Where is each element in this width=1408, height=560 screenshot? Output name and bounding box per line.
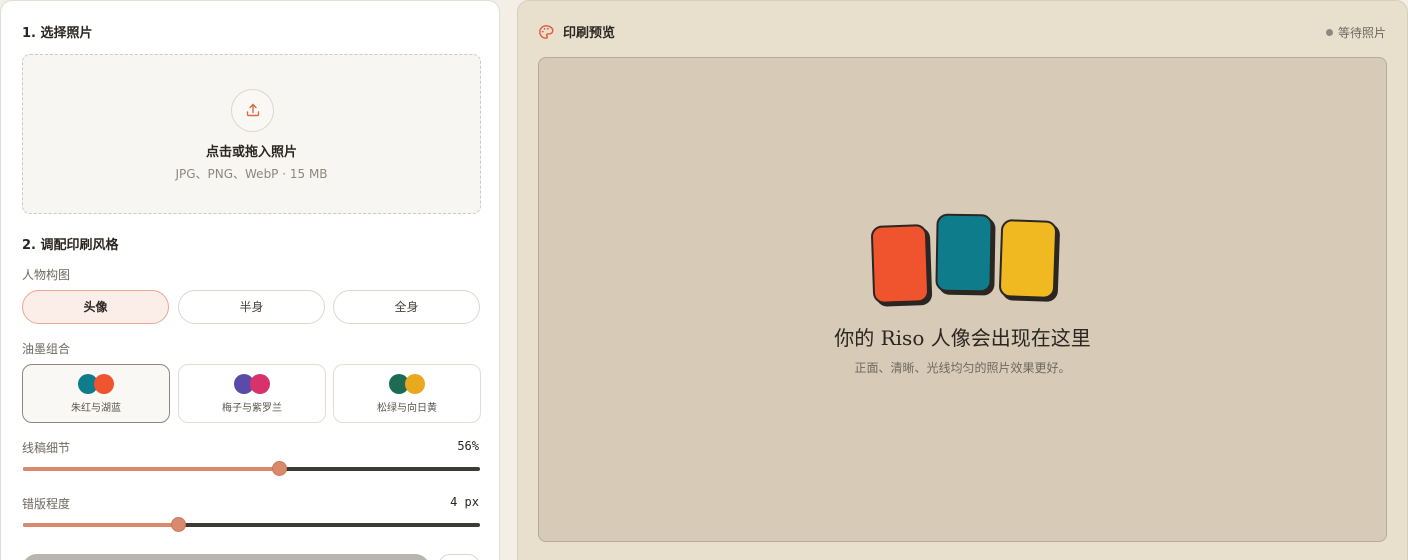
preview-panel: 印刷预览 等待照片 你的 Riso 人像会出现在这里 正面、清晰、光线均匀的照片… — [517, 0, 1408, 560]
upload-icon — [246, 103, 260, 117]
status-badge: 等待照片 — [1325, 24, 1386, 41]
composition-option-full-body[interactable]: 全身 — [333, 290, 480, 324]
line-detail-value: 56% — [457, 439, 479, 453]
line-detail-label: 线稿细节 — [22, 441, 71, 455]
photo-upload-dropzone[interactable]: 点击或拖入照片 JPG、PNG、WebP · 15 MB — [22, 54, 481, 214]
slider-thumb[interactable] — [171, 517, 186, 532]
secondary-button[interactable] — [438, 554, 480, 560]
ink-option-vermilion-lake-blue[interactable]: 朱红与湖蓝 — [22, 364, 170, 423]
settings-panel: 1. 选择照片 点击或拖入照片 JPG、PNG、WebP · 15 MB 2. … — [0, 0, 500, 560]
ink-option-label: 松绿与向日黄 — [377, 403, 437, 414]
slider-thumb[interactable] — [272, 461, 287, 476]
placeholder-hint: 正面、清晰、光线均匀的照片效果更好。 — [854, 361, 1071, 375]
riso-swatch-red — [870, 224, 930, 304]
palette-icon — [539, 25, 554, 39]
upload-title: 点击或拖入照片 — [205, 145, 297, 160]
ink-option-pine-sunflower[interactable]: 松绿与向日黄 — [333, 364, 481, 423]
composition-option-headshot[interactable]: 头像 — [22, 290, 169, 324]
preview-canvas: 你的 Riso 人像会出现在这里 正面、清晰、光线均匀的照片效果更好。 — [538, 57, 1387, 542]
composition-label: 人物构图 — [22, 268, 71, 282]
placeholder-title: 你的 Riso 人像会出现在这里 — [834, 326, 1091, 350]
line-detail-slider[interactable] — [23, 461, 480, 476]
step1-title: 1. 选择照片 — [22, 26, 93, 41]
ink-swatch-dots — [78, 374, 114, 394]
ink-dot-color — [250, 374, 270, 394]
upload-hint: JPG、PNG、WebP · 15 MB — [175, 167, 328, 181]
ink-dot-color — [94, 374, 114, 394]
riso-swatch-yellow — [998, 219, 1058, 299]
slider-fill — [23, 467, 279, 471]
misregistration-label: 错版程度 — [22, 497, 71, 511]
ink-option-label: 梅子与紫罗兰 — [222, 403, 282, 414]
misregistration-slider[interactable] — [23, 517, 480, 532]
misregistration-value: 4 px — [450, 495, 479, 509]
ink-swatch-dots — [389, 374, 425, 394]
preview-title: 印刷预览 — [563, 26, 616, 41]
ink-label: 油墨组合 — [22, 342, 71, 356]
generate-button[interactable] — [22, 554, 430, 560]
ink-option-label: 朱红与湖蓝 — [71, 403, 121, 414]
composition-option-half-body[interactable]: 半身 — [178, 290, 325, 324]
step2-title: 2. 调配印刷风格 — [22, 238, 119, 253]
ink-swatch-dots — [234, 374, 270, 394]
status-dot-icon — [1325, 29, 1333, 36]
ink-dot-color — [405, 374, 425, 394]
upload-icon-circle — [231, 89, 274, 132]
riso-swatch-teal — [935, 213, 993, 293]
ink-option-plum-violet[interactable]: 梅子与紫罗兰 — [178, 364, 326, 423]
status-text: 等待照片 — [1337, 26, 1386, 40]
slider-fill — [23, 523, 178, 527]
